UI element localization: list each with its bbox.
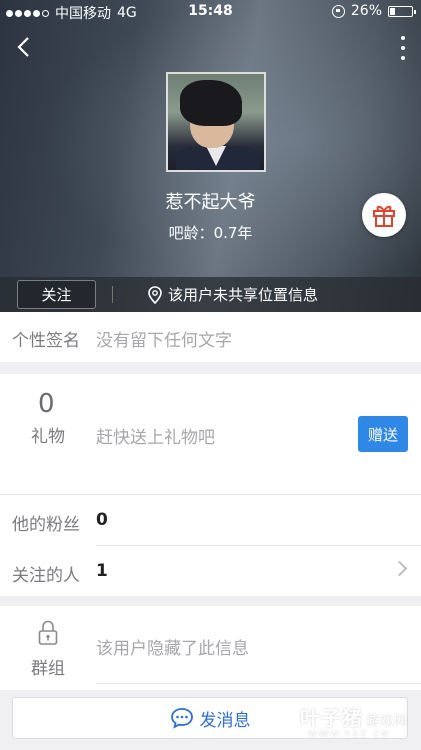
stats-section: 他的粉丝 0 关注的人 1: [0, 494, 421, 596]
watermark-main: 叶子猪: [300, 706, 363, 730]
signature-label: 个性签名: [12, 331, 80, 351]
location-pin-icon: [148, 285, 162, 304]
send-gift-button[interactable]: 赠送: [358, 416, 408, 452]
forum-age: 吧龄：0.7年: [168, 224, 253, 242]
fans-label: 他的粉丝: [12, 515, 80, 535]
header-action-bar: 关注 该用户未共享位置信息: [0, 277, 421, 312]
signature-row: 个性签名 没有留下任何文字: [0, 312, 421, 362]
profile-page: 中国移动 4G 15:48 26% 惹不起大爷 吧龄：0.7年 关注 该用户未共…: [0, 0, 421, 750]
location-info: 该用户未共享位置信息: [148, 284, 318, 305]
rotation-lock-icon: [331, 4, 345, 18]
avatar-hair: [180, 80, 242, 126]
more-dot: [401, 56, 405, 60]
gift-hint: 赶快送上礼物吧: [96, 428, 215, 448]
following-value: 1: [96, 561, 108, 581]
chevron-right-icon: [391, 560, 408, 577]
gift-icon: [373, 205, 395, 227]
following-label: 关注的人: [12, 566, 80, 586]
back-chevron-icon[interactable]: [14, 36, 36, 58]
battery-percent: 26%: [350, 3, 382, 19]
status-right: 26%: [331, 3, 416, 19]
gift-button[interactable]: [362, 193, 406, 237]
group-label: 群组: [31, 659, 65, 679]
avatar[interactable]: [166, 72, 266, 172]
more-dot: [401, 36, 405, 40]
chat-bubble-icon: [170, 708, 193, 729]
group-hint: 该用户隐藏了此信息: [96, 639, 249, 659]
battery-fill: [390, 7, 395, 15]
watermark-logo: 叶子猪 游戏网 WWW.YZZ.CN: [300, 702, 409, 740]
follow-button[interactable]: 关注: [17, 280, 96, 309]
more-dot: [401, 46, 405, 50]
battery-icon: [388, 5, 416, 17]
gift-label: 礼物: [31, 427, 65, 447]
divider: [96, 545, 421, 546]
fans-value[interactable]: 0: [96, 510, 108, 530]
signature-value: 没有留下任何文字: [96, 331, 232, 351]
watermark-sub: 游戏网: [366, 714, 409, 729]
send-message-label: 发消息: [199, 710, 251, 731]
divider: [96, 683, 421, 684]
bar-divider: [112, 286, 113, 303]
group-section: 群组 该用户隐藏了此信息: [0, 606, 421, 690]
lock-icon: [38, 620, 58, 645]
divider: [0, 494, 421, 495]
gift-count: 0: [38, 389, 55, 419]
more-vertical-icon[interactable]: [399, 36, 407, 60]
location-text: 该用户未共享位置信息: [168, 286, 319, 304]
watermark-url: WWW.YZZ.CN: [308, 730, 391, 740]
status-bar: 中国移动 4G 15:48 26%: [0, 0, 421, 24]
username: 惹不起大爷: [165, 192, 256, 213]
